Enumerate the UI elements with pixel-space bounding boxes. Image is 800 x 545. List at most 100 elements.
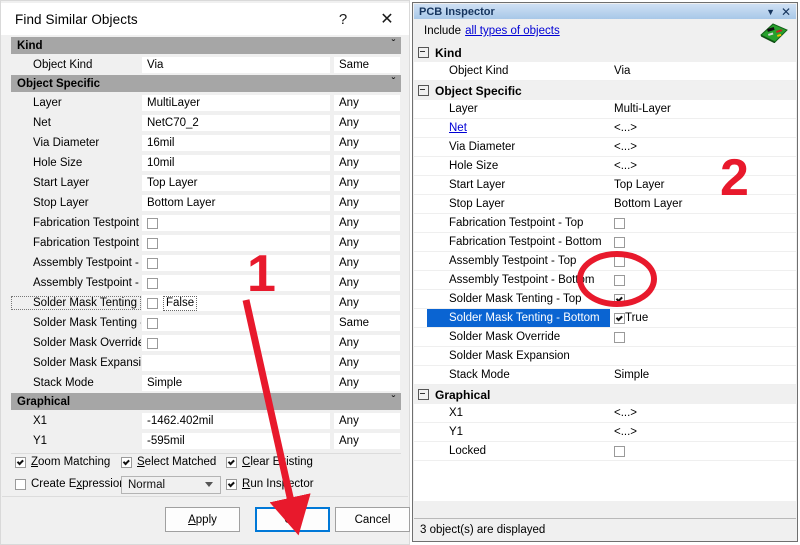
inspector-row[interactable]: Stack Mode Simple (414, 366, 796, 385)
match-mode-cell[interactable]: Any (333, 234, 401, 252)
checkbox-icon[interactable] (614, 217, 625, 229)
property-list[interactable]: Kind ˇ Object Kind Via Same Object Specific ˇ L… (11, 37, 401, 451)
inspector-property-value[interactable]: Bottom Layer (610, 195, 796, 213)
expander-minus-icon[interactable] (418, 389, 429, 400)
match-mode-cell[interactable]: Any (333, 274, 401, 292)
chevron-down-icon[interactable]: ▼ (766, 4, 775, 19)
property-value[interactable] (141, 214, 331, 232)
match-mode-cell[interactable]: Any (333, 354, 401, 372)
group-header-kind[interactable]: Kind ˇ (11, 37, 401, 55)
option-zoom-matching[interactable]: Zoom Matching (15, 456, 110, 468)
inspector-row[interactable]: Solder Mask Expansion (414, 347, 796, 366)
inspector-property-value[interactable] (610, 442, 796, 460)
match-mode-cell[interactable]: Any (333, 432, 401, 450)
close-icon[interactable]: ✕ (365, 3, 409, 35)
inspector-property-value[interactable]: Simple (610, 366, 796, 384)
inspector-property-value[interactable] (610, 271, 796, 289)
property-row[interactable]: Fabrication Testpoint - B Any (11, 233, 401, 253)
property-row[interactable]: Layer MultiLayer Any (11, 93, 401, 113)
property-value[interactable]: Bottom Layer (141, 194, 331, 212)
inspector-row[interactable]: Layer Multi-Layer (414, 100, 796, 119)
property-value[interactable] (141, 234, 331, 252)
checkbox-icon[interactable] (147, 337, 158, 349)
match-mode-cell[interactable]: Same (333, 314, 401, 332)
property-value[interactable]: NetC70_2 (141, 114, 331, 132)
property-value[interactable]: -1462.402mil (141, 412, 331, 430)
match-mode-cell[interactable]: Any (333, 194, 401, 212)
checkbox-icon[interactable] (614, 255, 625, 267)
match-mode-cell[interactable]: Any (333, 294, 401, 312)
inspector-row[interactable]: X1 <...> (414, 404, 796, 423)
match-mode-cell[interactable]: Any (333, 134, 401, 152)
match-mode-cell[interactable]: Any (333, 214, 401, 232)
inspector-property-label[interactable]: Net (427, 119, 610, 137)
checkbox-icon[interactable] (121, 456, 132, 468)
property-value[interactable]: Top Layer (141, 174, 331, 192)
checkbox-icon[interactable] (614, 312, 625, 324)
property-row[interactable]: Assembly Testpoint - Top Any (11, 253, 401, 273)
property-row[interactable]: Y1 -595mil Any (11, 431, 401, 451)
cancel-button[interactable]: Cancel (335, 507, 410, 532)
checkbox-icon[interactable] (15, 456, 26, 468)
inspector-row[interactable]: Object Kind Via (414, 62, 796, 81)
checkbox-icon[interactable] (147, 237, 158, 249)
inspector-property-value[interactable]: <...> (610, 119, 796, 137)
property-value[interactable]: False (141, 294, 331, 312)
property-value[interactable] (141, 334, 331, 352)
option-run-inspector[interactable]: Run Inspector (226, 478, 314, 490)
property-row[interactable]: Solder Mask Override Any (11, 333, 401, 353)
inspector-property-value[interactable]: True (610, 309, 796, 327)
inspector-row[interactable]: Solder Mask Tenting - Top (414, 290, 796, 309)
property-row[interactable]: Stack Mode Simple Any (11, 373, 401, 393)
scope-select[interactable]: Normal (121, 476, 221, 494)
option-clear-existing[interactable]: Clear Existing (226, 456, 313, 468)
close-icon[interactable]: ✕ (781, 4, 791, 19)
property-value[interactable]: 10mil (141, 154, 331, 172)
chevron-collapse-icon[interactable]: ˇ (392, 77, 395, 88)
value-editbox[interactable]: True (625, 312, 648, 324)
help-icon[interactable]: ? (321, 3, 365, 35)
checkbox-icon[interactable] (147, 217, 158, 229)
inspector-row[interactable]: Net <...> (414, 119, 796, 138)
chevron-collapse-icon[interactable]: ˇ (392, 39, 395, 50)
chevron-collapse-icon[interactable]: ˇ (392, 395, 395, 406)
inspector-property-value[interactable]: <...> (610, 404, 796, 422)
property-value[interactable]: Via (141, 56, 331, 74)
inspector-row[interactable]: Assembly Testpoint - Bottom (414, 271, 796, 290)
property-value[interactable]: -595mil (141, 432, 331, 450)
match-mode-cell[interactable]: Any (333, 412, 401, 430)
inspector-property-value[interactable] (610, 214, 796, 232)
property-row[interactable]: Stop Layer Bottom Layer Any (11, 193, 401, 213)
checkbox-icon[interactable] (226, 478, 237, 490)
checkbox-icon[interactable] (614, 293, 625, 305)
checkbox-icon[interactable] (226, 456, 237, 468)
inspector-row[interactable]: Fabrication Testpoint - Top (414, 214, 796, 233)
match-mode-cell[interactable]: Any (333, 114, 401, 132)
value-editbox[interactable]: False (163, 295, 198, 311)
match-mode-cell[interactable]: Any (333, 94, 401, 112)
inspector-group-graphical[interactable]: Graphical (414, 385, 796, 404)
property-value[interactable]: Simple (141, 374, 331, 392)
match-mode-cell[interactable]: Any (333, 254, 401, 272)
inspector-row[interactable]: Solder Mask Override (414, 328, 796, 347)
property-row[interactable]: Solder Mask Tenting - B Same (11, 313, 401, 333)
inspector-property-value[interactable] (610, 347, 796, 365)
inspector-property-value[interactable]: Via (610, 62, 796, 80)
property-value[interactable]: 16mil (141, 134, 331, 152)
inspector-group-kind[interactable]: Kind (414, 43, 796, 62)
checkbox-icon[interactable] (15, 478, 26, 490)
group-header-graphical[interactable]: Graphical ˇ (11, 393, 401, 411)
property-row[interactable]: Hole Size 10mil Any (11, 153, 401, 173)
checkbox-icon[interactable] (614, 236, 625, 248)
option-create-expression[interactable]: Create Expression (15, 478, 126, 490)
inspector-property-grid[interactable]: Kind Object Kind Via Object Specific Layer Mu… (414, 43, 796, 501)
property-value[interactable] (141, 314, 331, 332)
inspector-property-value[interactable]: <...> (610, 157, 796, 175)
inspector-property-value[interactable] (610, 328, 796, 346)
inspector-row[interactable]: Fabrication Testpoint - Bottom (414, 233, 796, 252)
ok-button[interactable]: OK (255, 507, 330, 532)
property-row[interactable]: Fabrication Testpoint - T Any (11, 213, 401, 233)
property-row[interactable]: Object Kind Via Same (11, 55, 401, 75)
checkbox-icon[interactable] (147, 297, 158, 309)
expander-minus-icon[interactable] (418, 47, 429, 58)
